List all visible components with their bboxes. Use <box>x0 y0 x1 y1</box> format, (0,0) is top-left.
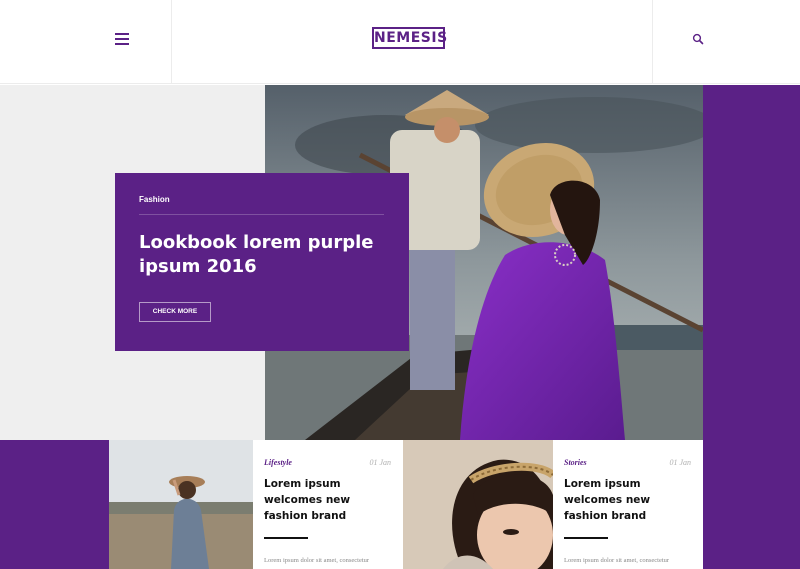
hero-divider <box>139 214 384 215</box>
card-thumbnail-lifestyle[interactable] <box>109 440 253 569</box>
check-more-button[interactable]: CHECK MORE <box>139 302 211 322</box>
article-card-stories[interactable]: Stories 01 Jan Lorem ipsum welcomes new … <box>553 440 703 569</box>
hero-title[interactable]: Lookbook lorem purple ipsum 2016 <box>139 231 389 279</box>
card-divider <box>564 537 608 539</box>
card-category[interactable]: Stories <box>564 458 587 467</box>
card-category[interactable]: Lifestyle <box>264 458 292 467</box>
hero-purple-side-panel <box>703 85 800 569</box>
stories-photo-illustration <box>403 440 553 569</box>
article-card-lifestyle[interactable]: Lifestyle 01 Jan Lorem ipsum welcomes ne… <box>253 440 403 569</box>
card-excerpt: Lorem ipsum dolor sit amet, consectetur <box>564 557 670 564</box>
hero-category[interactable]: Fashion <box>139 195 170 204</box>
card-date: 01 Jan <box>369 458 391 467</box>
card-divider <box>264 537 308 539</box>
card-title[interactable]: Lorem ipsum welcomes new fashion brand <box>564 476 694 524</box>
lifestyle-photo-illustration <box>109 440 253 569</box>
card-thumbnail-stories[interactable] <box>403 440 553 569</box>
card-title[interactable]: Lorem ipsum welcomes new fashion brand <box>264 476 394 524</box>
site-logo[interactable]: NEMESIS <box>372 27 447 49</box>
header-left-column <box>0 0 172 84</box>
card-excerpt: Lorem ipsum dolor sit amet, consectetur <box>264 557 370 564</box>
header-right-column <box>652 0 800 84</box>
search-icon[interactable] <box>692 33 704 45</box>
site-header: NEMESIS <box>0 0 800 84</box>
bottom-purple-panel <box>0 440 109 569</box>
hero-feature-card: Fashion Lookbook lorem purple ipsum 2016… <box>115 173 409 351</box>
card-date: 01 Jan <box>669 458 691 467</box>
hamburger-icon[interactable] <box>115 33 129 45</box>
